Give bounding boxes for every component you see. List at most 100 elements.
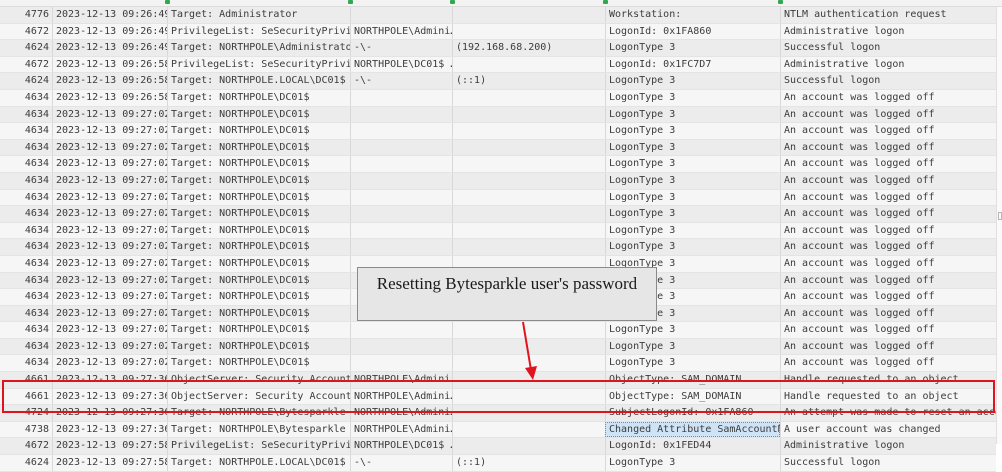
event-id-cell[interactable]: 4738 [0, 422, 52, 438]
target-cell[interactable]: ObjectServer: Security Account… [167, 372, 350, 388]
table-row[interactable]: 4776 2023-12-13 09:26:49 Target: Administr… [0, 7, 996, 24]
target-cell[interactable]: Target: NORTHPOLE\Bytesparkle … [167, 405, 350, 421]
column-filter-icon[interactable] [778, 0, 783, 4]
target-cell[interactable]: Target: NORTHPOLE\Administrator [167, 40, 350, 56]
detail-cell[interactable]: LogonType 3 [605, 172, 780, 189]
event-id-cell[interactable]: 4624 [0, 455, 52, 471]
table-row[interactable]: 4624 2023-12-13 09:27:58 Target: NORTHPOLE… [0, 455, 996, 472]
account-cell[interactable]: NORTHPOLE\Admini… [350, 421, 452, 438]
account-cell[interactable]: NORTHPOLE\Admini… [350, 372, 452, 388]
column-filter-icon[interactable] [348, 0, 353, 4]
target-cell[interactable]: Target: NORTHPOLE.LOCAL\DC01$ [167, 73, 350, 89]
description-cell[interactable]: An attempt was made to reset an accoun [780, 405, 996, 421]
table-row[interactable]: 4724 2023-12-13 09:27:36 Target: NORTHPOLE… [0, 405, 996, 422]
target-cell[interactable]: Target: NORTHPOLE\DC01$ [167, 206, 350, 222]
target-cell[interactable]: Target: NORTHPOLE\DC01$ [167, 89, 350, 106]
detail-cell[interactable]: LogonType 3 [605, 355, 780, 372]
source-address-cell[interactable] [452, 106, 605, 123]
description-cell[interactable]: An account was logged off [780, 289, 996, 305]
timestamp-cell[interactable]: 2023-12-13 09:26:58 [52, 89, 167, 106]
description-cell[interactable]: An account was logged off [780, 156, 996, 172]
table-row[interactable]: 4634 2023-12-13 09:27:02 Target: NORTHPOLE… [0, 355, 996, 373]
description-cell[interactable]: Administrative logon [780, 438, 996, 455]
table-row[interactable]: 4634 2023-12-13 09:27:02 Target: NORTHPOLE… [0, 156, 996, 173]
source-address-cell[interactable] [452, 7, 605, 23]
table-row[interactable]: 4634 2023-12-13 09:27:02 Target: NORTHPOLE… [0, 338, 996, 356]
timestamp-cell[interactable]: 2023-12-13 09:27:36 [52, 405, 167, 421]
event-id-cell[interactable]: 4634 [0, 306, 52, 322]
account-cell[interactable]: -\- [350, 73, 452, 89]
detail-cell[interactable]: LogonType 3 [605, 239, 780, 255]
account-cell[interactable] [350, 189, 452, 206]
table-row[interactable]: 4738 2023-12-13 09:27:36 Target: NORTHPOLE… [0, 421, 996, 439]
event-id-cell[interactable]: 4634 [0, 223, 52, 239]
source-address-cell[interactable] [452, 405, 605, 421]
source-address-cell[interactable] [452, 222, 605, 239]
source-address-cell[interactable] [452, 156, 605, 172]
target-cell[interactable]: Target: NORTHPOLE\DC01$ [167, 272, 350, 289]
target-cell[interactable]: Target: NORTHPOLE\DC01$ [167, 106, 350, 123]
timestamp-cell[interactable]: 2023-12-13 09:27:02 [52, 239, 167, 255]
vertical-scrollbar[interactable] [996, 7, 1002, 444]
event-id-cell[interactable]: 4672 [0, 57, 52, 73]
timestamp-cell[interactable]: 2023-12-13 09:27:02 [52, 156, 167, 172]
timestamp-cell[interactable]: 2023-12-13 09:26:49 [52, 7, 167, 23]
account-cell[interactable] [350, 106, 452, 123]
target-cell[interactable]: Target: NORTHPOLE\DC01$ [167, 139, 350, 156]
source-address-cell[interactable] [452, 56, 605, 73]
description-cell[interactable]: An account was logged off [780, 355, 996, 372]
description-cell[interactable]: An account was logged off [780, 123, 996, 139]
table-row[interactable]: 4661 2023-12-13 09:27:36 ObjectServer: Sec… [0, 372, 996, 389]
account-cell[interactable] [350, 239, 452, 255]
source-address-cell[interactable] [452, 322, 605, 338]
source-address-cell[interactable] [452, 421, 605, 438]
account-cell[interactable] [350, 123, 452, 139]
source-address-cell[interactable]: (::1) [452, 73, 605, 89]
event-id-cell[interactable]: 4634 [0, 339, 52, 355]
account-cell[interactable]: NORTHPOLE\DC01$ … [350, 438, 452, 455]
account-cell[interactable] [350, 222, 452, 239]
timestamp-cell[interactable]: 2023-12-13 09:27:02 [52, 106, 167, 123]
account-cell[interactable] [350, 156, 452, 172]
target-cell[interactable]: Target: NORTHPOLE\DC01$ [167, 222, 350, 239]
event-id-cell[interactable]: 4634 [0, 289, 52, 305]
table-row[interactable]: 4634 2023-12-13 09:27:02 Target: NORTHPOLE… [0, 123, 996, 140]
column-filter-icon[interactable] [450, 0, 455, 4]
table-row[interactable]: 4634 2023-12-13 09:27:02 Target: NORTHPOLE… [0, 222, 996, 240]
table-row[interactable]: 4634 2023-12-13 09:27:02 Target: NORTHPOLE… [0, 139, 996, 157]
target-cell[interactable]: Target: NORTHPOLE\DC01$ [167, 123, 350, 139]
account-cell[interactable] [350, 7, 452, 23]
table-row[interactable]: 4661 2023-12-13 09:27:36 ObjectServer: Sec… [0, 388, 996, 406]
column-filter-icon[interactable] [165, 0, 170, 4]
description-cell[interactable]: An account was logged off [780, 255, 996, 272]
event-id-cell[interactable]: 4634 [0, 156, 52, 172]
detail-cell[interactable]: ObjectType: SAM_DOMAIN [605, 388, 780, 405]
event-id-cell[interactable]: 4634 [0, 239, 52, 255]
target-cell[interactable]: Target: NORTHPOLE\DC01$ [167, 289, 350, 305]
detail-cell[interactable]: LogonType 3 [605, 455, 780, 471]
description-cell[interactable]: An account was logged off [780, 239, 996, 255]
target-cell[interactable]: Target: NORTHPOLE\DC01$ [167, 355, 350, 372]
timestamp-cell[interactable]: 2023-12-13 09:27:02 [52, 289, 167, 305]
source-address-cell[interactable]: (192.168.68.200) [452, 40, 605, 56]
table-row[interactable]: 4624 2023-12-13 09:26:58 Target: NORTHPOLE… [0, 73, 996, 90]
table-row[interactable]: 4634 2023-12-13 09:26:58 Target: NORTHPOLE… [0, 89, 996, 107]
event-id-cell[interactable]: 4634 [0, 90, 52, 106]
source-address-cell[interactable] [452, 189, 605, 206]
event-id-cell[interactable]: 4634 [0, 355, 52, 371]
description-cell[interactable]: Administrative logon [780, 23, 996, 40]
detail-cell[interactable]: LogonType 3 [605, 40, 780, 56]
source-address-cell[interactable] [452, 372, 605, 388]
timestamp-cell[interactable]: 2023-12-13 09:27:02 [52, 172, 167, 189]
timestamp-cell[interactable]: 2023-12-13 09:27:02 [52, 222, 167, 239]
source-address-cell[interactable] [452, 239, 605, 255]
event-id-cell[interactable]: 4634 [0, 123, 52, 139]
target-cell[interactable]: Target: NORTHPOLE\DC01$ [167, 338, 350, 355]
timestamp-cell[interactable]: 2023-12-13 09:27:02 [52, 272, 167, 289]
description-cell[interactable]: Successful logon [780, 73, 996, 89]
detail-cell[interactable]: SubjectLogonId: 0x1FA860 [605, 405, 780, 421]
source-address-cell[interactable] [452, 388, 605, 405]
table-row[interactable]: 4634 2023-12-13 09:27:02 Target: NORTHPOLE… [0, 206, 996, 223]
target-cell[interactable]: Target: NORTHPOLE\DC01$ [167, 255, 350, 272]
timestamp-cell[interactable]: 2023-12-13 09:27:36 [52, 388, 167, 405]
